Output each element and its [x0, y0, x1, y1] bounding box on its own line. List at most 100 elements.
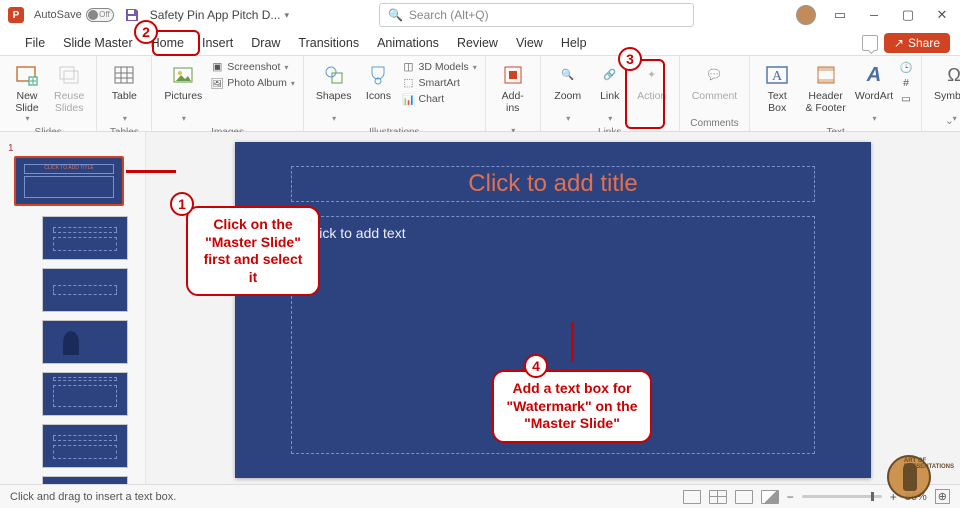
status-message: Click and drag to insert a text box. — [10, 491, 176, 503]
action-icon: ✦ — [639, 62, 665, 88]
title-placeholder[interactable]: Click to add title — [291, 166, 815, 202]
smartart-button[interactable]: ⬚SmartArt — [401, 76, 476, 90]
addins-icon — [500, 62, 526, 88]
table-icon — [111, 62, 137, 88]
layout-thumbnail-5[interactable] — [42, 424, 128, 468]
annotation-step-3-badge: 3 — [618, 47, 642, 71]
collapse-ribbon-button[interactable]: ⌄ — [945, 114, 954, 127]
master-slide-thumbnail[interactable]: CLICK TO ADD TITLE — [14, 156, 124, 206]
photo-album-button[interactable]: 🖼Photo Album▾ — [210, 76, 295, 90]
close-button[interactable]: ✕ — [932, 8, 952, 23]
watermark-logo: ART OFPRESENTATIONS — [864, 450, 954, 504]
layout-thumbnail-2[interactable] — [42, 268, 128, 312]
comment-button: 💬Comment — [688, 60, 742, 104]
layout-thumbnail-4[interactable] — [42, 372, 128, 416]
annotation-step-4-badge: 4 — [524, 354, 548, 378]
pictures-icon — [170, 62, 196, 88]
layout-thumbnail-6[interactable]: Click to add title — [42, 476, 128, 484]
omega-icon: Ω — [941, 62, 960, 88]
screenshot-button[interactable]: ▣Screenshot▾ — [210, 60, 295, 74]
annotation-callout-1: Click on the "Master Slide" first and se… — [186, 206, 320, 296]
annotation-callout-4: Add a text box for "Watermark" on the "M… — [492, 370, 652, 443]
minimize-button[interactable]: — — [864, 8, 884, 23]
svg-text:A: A — [772, 69, 783, 84]
text-box-button[interactable]: A Text Box — [758, 60, 796, 116]
toggle-switch-icon[interactable]: Off — [86, 8, 114, 22]
object-icon: ▭ — [899, 92, 913, 106]
search-input[interactable]: 🔍 Search (Alt+Q) — [379, 3, 694, 27]
new-slide-icon — [14, 62, 40, 88]
slide-number-button[interactable]: # — [899, 76, 913, 90]
comment-icon: 💬 — [701, 62, 727, 88]
reuse-slides-icon — [56, 62, 82, 88]
screenshot-icon: ▣ — [210, 60, 224, 74]
link-icon: 🔗 — [597, 62, 623, 88]
restore-button[interactable]: ▢ — [898, 8, 918, 23]
annotation-step4-connector — [571, 322, 574, 362]
photo-album-icon: 🖼 — [210, 76, 224, 90]
icons-button[interactable]: Icons — [359, 60, 397, 104]
object-button[interactable]: ▭ — [899, 92, 913, 106]
addins-button[interactable]: Add-ins▾ — [494, 60, 532, 137]
annotation-step-2-badge: 2 — [134, 20, 158, 44]
tab-help[interactable]: Help — [552, 32, 596, 54]
status-bar: Click and drag to insert a text box. − +… — [0, 484, 960, 508]
cube-icon: ◫ — [401, 60, 415, 74]
tab-file[interactable]: File — [16, 32, 54, 54]
link-button[interactable]: 🔗Link▾ — [591, 60, 629, 125]
header-footer-icon — [813, 62, 839, 88]
shapes-icon — [321, 62, 347, 88]
header-footer-button[interactable]: Header & Footer — [800, 60, 851, 116]
tab-transitions[interactable]: Transitions — [289, 32, 368, 54]
group-label-comments: Comments — [690, 118, 738, 129]
chart-icon: 📊 — [401, 92, 415, 106]
smartart-icon: ⬚ — [401, 76, 415, 90]
normal-view-button[interactable] — [683, 490, 701, 504]
document-title[interactable]: Safety Pin App Pitch D... ▾ — [150, 8, 289, 22]
text-box-icon: A — [764, 62, 790, 88]
save-button[interactable] — [124, 7, 140, 23]
autosave-toggle[interactable]: AutoSave Off — [34, 8, 114, 22]
wordart-icon: A — [861, 62, 887, 88]
zoom-button[interactable]: 🔍Zoom▾ — [549, 60, 587, 125]
comments-pane-button[interactable] — [862, 35, 878, 51]
reuse-slides-button: Reuse Slides — [50, 60, 88, 116]
icons-icon — [365, 62, 391, 88]
tab-view[interactable]: View — [507, 32, 552, 54]
user-avatar[interactable] — [796, 5, 816, 25]
slideshow-view-button[interactable] — [761, 490, 779, 504]
chart-button[interactable]: 📊Chart — [401, 92, 476, 106]
master-number: 1 — [8, 143, 14, 154]
chevron-down-icon: ▾ — [284, 10, 289, 21]
slide-thumbnails-pane: 1 CLICK TO ADD TITLE Click to add title — [0, 132, 146, 484]
share-button[interactable]: ↗ Share — [884, 33, 950, 53]
ribbon-insert: New Slide▾ Reuse Slides Slides Table▾ Ta… — [0, 56, 960, 132]
shapes-button[interactable]: Shapes▾ — [312, 60, 356, 125]
number-icon: # — [899, 76, 913, 90]
layout-thumbnail-3[interactable] — [42, 320, 128, 364]
date-icon: 🕒 — [899, 60, 913, 74]
zoom-out-button[interactable]: − — [787, 490, 794, 504]
layout-thumbnail-1[interactable] — [42, 216, 128, 260]
pictures-button[interactable]: Pictures▾ — [160, 60, 206, 125]
search-icon: 🔍 — [388, 8, 403, 22]
reading-view-button[interactable] — [735, 490, 753, 504]
tab-review[interactable]: Review — [448, 32, 507, 54]
tab-insert[interactable]: Insert — [193, 32, 242, 54]
tab-draw[interactable]: Draw — [242, 32, 289, 54]
new-slide-button[interactable]: New Slide▾ — [8, 60, 46, 125]
date-time-button[interactable]: 🕒 — [899, 60, 913, 74]
slide-sorter-view-button[interactable] — [709, 490, 727, 504]
search-placeholder: Search (Alt+Q) — [409, 8, 489, 22]
wordart-button[interactable]: A WordArt▾ — [855, 60, 893, 125]
table-button[interactable]: Table▾ — [105, 60, 143, 125]
tab-animations[interactable]: Animations — [368, 32, 448, 54]
annotation-step-1-badge: 1 — [170, 192, 194, 216]
tab-slide-master[interactable]: Slide Master — [54, 32, 141, 54]
zoom-icon: 🔍 — [555, 62, 581, 88]
3d-models-button[interactable]: ◫3D Models▾ — [401, 60, 476, 74]
autosave-label: AutoSave — [34, 9, 82, 21]
ribbon-display-options[interactable]: ▭ — [830, 8, 850, 23]
powerpoint-app-icon: P — [8, 7, 24, 23]
share-icon: ↗ — [894, 36, 904, 50]
